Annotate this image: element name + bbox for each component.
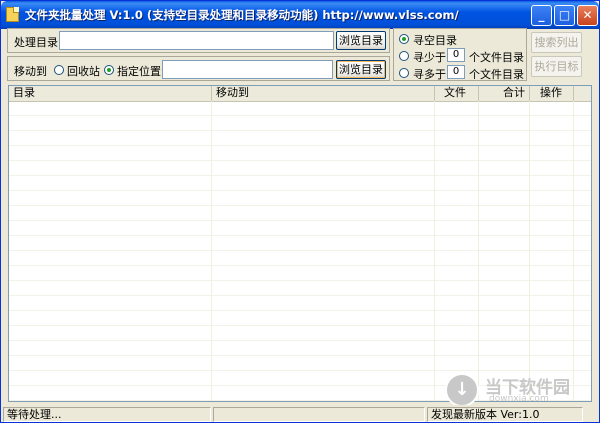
watermark-url: downxia.com bbox=[489, 394, 549, 404]
source-browse-button[interactable]: 浏览目录 bbox=[336, 31, 386, 50]
folder-app-icon bbox=[6, 7, 19, 22]
app-window: 文件夹批量处理 V:1.0 (支持空目录处理和目录移动功能) http://ww… bbox=[0, 0, 600, 423]
move-target-group: 移动到 回收站 指定位置 浏览目录 bbox=[7, 56, 390, 81]
source-dir-label: 处理目录 bbox=[14, 36, 58, 49]
more-files-count-input[interactable]: 0 bbox=[447, 65, 465, 79]
list-header: 目录 移动到 文件 合计 操作 bbox=[9, 86, 591, 102]
filter-options-group: 寻空目录 寻少于 0 个文件目录 寻多于 0 个文件目录 bbox=[393, 28, 527, 81]
list-rows bbox=[9, 101, 591, 401]
column-divider bbox=[434, 101, 435, 401]
custom-location-radio[interactable] bbox=[104, 65, 114, 75]
maximize-button[interactable]: □ bbox=[554, 5, 575, 26]
source-dir-input[interactable] bbox=[59, 31, 334, 50]
more-files-radio[interactable] bbox=[399, 68, 409, 78]
recycle-bin-label: 回收站 bbox=[67, 65, 100, 78]
execute-button[interactable]: 执行目标 bbox=[531, 56, 582, 77]
column-divider bbox=[529, 101, 530, 401]
more-files-suffix: 个文件目录 bbox=[469, 68, 524, 81]
search-list-button[interactable]: 搜索列出 bbox=[531, 32, 582, 53]
column-header-action[interactable]: 操作 bbox=[530, 86, 574, 101]
move-browse-button[interactable]: 浏览目录 bbox=[336, 60, 386, 79]
close-button[interactable]: ✕ bbox=[577, 5, 598, 26]
custom-location-label: 指定位置 bbox=[117, 65, 161, 78]
fewer-files-prefix: 寻少于 bbox=[413, 51, 446, 64]
window-title: 文件夹批量处理 V:1.0 (支持空目录处理和目录移动功能) http://ww… bbox=[25, 8, 459, 22]
move-target-input[interactable] bbox=[162, 60, 333, 79]
status-left: 等待处理... bbox=[3, 407, 211, 422]
column-header-files[interactable]: 文件 bbox=[435, 86, 479, 101]
column-header-move-to[interactable]: 移动到 bbox=[212, 86, 435, 101]
title-bar[interactable]: 文件夹批量处理 V:1.0 (支持空目录处理和目录移动功能) http://ww… bbox=[1, 1, 599, 29]
column-header-directory[interactable]: 目录 bbox=[9, 86, 212, 101]
download-arrow-icon: ↓ bbox=[445, 373, 479, 407]
column-divider bbox=[573, 101, 574, 401]
move-to-label: 移动到 bbox=[14, 65, 47, 78]
column-divider bbox=[211, 101, 212, 401]
empty-dir-radio[interactable] bbox=[399, 34, 409, 44]
status-bar: 等待处理... 发现最新版本 Ver:1.0 bbox=[1, 405, 599, 422]
minimize-button[interactable]: _ bbox=[531, 5, 552, 26]
fewer-files-radio[interactable] bbox=[399, 51, 409, 61]
column-header-total[interactable]: 合计 bbox=[479, 86, 530, 101]
fewer-files-count-input[interactable]: 0 bbox=[447, 48, 465, 62]
recycle-bin-radio[interactable] bbox=[54, 65, 64, 75]
status-middle bbox=[213, 407, 425, 422]
result-list[interactable]: 目录 移动到 文件 合计 操作 bbox=[8, 85, 592, 402]
column-divider bbox=[478, 101, 479, 401]
fewer-files-suffix: 个文件目录 bbox=[469, 51, 524, 64]
more-files-prefix: 寻多于 bbox=[413, 68, 446, 81]
status-right: 发现最新版本 Ver:1.0 bbox=[427, 407, 583, 422]
source-dir-group: 处理目录 浏览目录 bbox=[7, 28, 390, 53]
empty-dir-label: 寻空目录 bbox=[413, 34, 457, 47]
